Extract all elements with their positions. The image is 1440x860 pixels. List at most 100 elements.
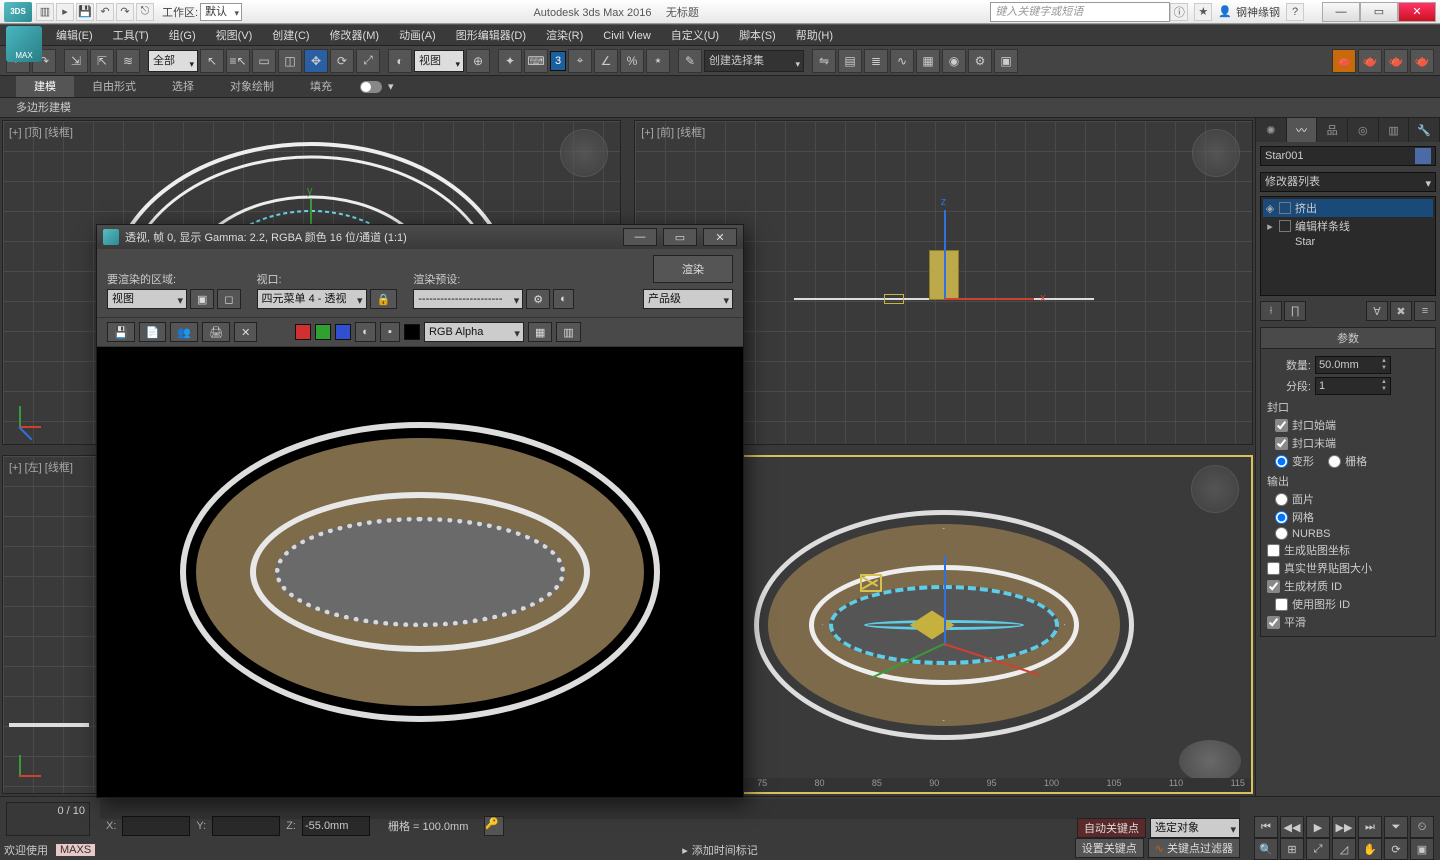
tab-modeling[interactable]: 建模 bbox=[16, 76, 74, 97]
channel-alpha-icon[interactable]: ◐ bbox=[355, 322, 376, 342]
channel-green-icon[interactable] bbox=[315, 324, 331, 340]
render-setup2-icon[interactable]: ⚙ bbox=[526, 289, 550, 309]
copy-image-icon[interactable]: 📄 bbox=[139, 322, 167, 342]
key-mode-icon[interactable]: ⏷ bbox=[1384, 816, 1408, 838]
time-config-icon[interactable]: ⏲ bbox=[1410, 816, 1434, 838]
refcoord-combo[interactable]: 视图 bbox=[414, 50, 464, 72]
menu-anim[interactable]: 动画(A) bbox=[389, 25, 446, 45]
help-search-input[interactable]: 键入关键字或短语 bbox=[990, 2, 1170, 22]
chevron-down-icon[interactable]: ▾ bbox=[388, 80, 394, 93]
tag-icon[interactable]: ▸ bbox=[682, 844, 688, 857]
tab-create-icon[interactable]: ✺ bbox=[1256, 118, 1287, 142]
snap-toggle-icon[interactable]: ⌖ bbox=[568, 49, 592, 73]
workspace-combo[interactable]: 默认 bbox=[200, 3, 242, 21]
out-mesh-radio[interactable] bbox=[1275, 511, 1288, 524]
rendered-frame-icon[interactable]: ▣ bbox=[994, 49, 1018, 73]
teapot2-icon[interactable]: 🫖 bbox=[1358, 49, 1382, 73]
tab-hierarchy-icon[interactable]: 品 bbox=[1317, 118, 1348, 142]
material-editor-icon[interactable]: ◉ bbox=[942, 49, 966, 73]
editnamed-icon[interactable]: ✎ bbox=[678, 49, 702, 73]
select-icon[interactable]: ↖ bbox=[200, 49, 224, 73]
snap-spinner[interactable]: 3 bbox=[550, 51, 566, 71]
environment-icon[interactable]: ◐ bbox=[553, 289, 574, 309]
viewport-front-label[interactable]: [+] [前] [线框] bbox=[641, 124, 705, 140]
move-icon[interactable]: ✥ bbox=[304, 49, 328, 73]
percent-snap-icon[interactable]: % bbox=[620, 49, 644, 73]
time-slider[interactable]: 0 / 10 bbox=[6, 802, 90, 836]
menu-create[interactable]: 创建(C) bbox=[262, 25, 319, 45]
select-region-icon[interactable]: ▭ bbox=[252, 49, 276, 73]
selection-filter-combo[interactable]: 全部 bbox=[148, 50, 198, 72]
smooth-check[interactable] bbox=[1267, 616, 1280, 629]
teapot3-icon[interactable]: 🫖 bbox=[1384, 49, 1408, 73]
viewcube-icon[interactable] bbox=[1192, 129, 1240, 177]
teapot1-icon[interactable]: 🫖 bbox=[1332, 49, 1356, 73]
render-area-combo[interactable]: 视图 bbox=[107, 289, 187, 309]
lock-viewport-icon[interactable]: 🔒 bbox=[370, 289, 398, 309]
viewcube-icon[interactable] bbox=[560, 129, 608, 177]
add-time-tag[interactable]: 添加时间标记 bbox=[692, 842, 758, 858]
rendered-frame-window[interactable]: 透视, 帧 0, 显示 Gamma: 2.2, RGBA 颜色 16 位/通道 … bbox=[96, 224, 744, 798]
make-unique-icon[interactable]: ∀ bbox=[1366, 301, 1388, 321]
tab-motion-icon[interactable]: ◎ bbox=[1348, 118, 1379, 142]
viewport-top-label[interactable]: [+] [顶] [线框] bbox=[9, 124, 73, 140]
render-viewport-combo[interactable]: 四元菜单 4 - 透视 bbox=[257, 289, 367, 309]
menu-grapheditor[interactable]: 图形编辑器(D) bbox=[446, 25, 536, 45]
render-minimize[interactable]: — bbox=[623, 228, 657, 246]
object-name-input[interactable] bbox=[1265, 147, 1411, 165]
prev-frame-icon[interactable]: ◀◀ bbox=[1280, 816, 1304, 838]
cap-start-check[interactable] bbox=[1275, 419, 1288, 432]
angle-snap-icon[interactable]: ∠ bbox=[594, 49, 618, 73]
channel-red-icon[interactable] bbox=[295, 324, 311, 340]
autokey-button[interactable]: 自动关键点 bbox=[1077, 818, 1146, 838]
tab-objectpaint[interactable]: 对象绘制 bbox=[212, 76, 292, 97]
script-listener[interactable]: MAXS bbox=[56, 844, 95, 856]
channel-combo[interactable]: RGB Alpha bbox=[424, 322, 524, 342]
out-face-radio[interactable] bbox=[1275, 493, 1288, 506]
keyboard-icon[interactable]: ⌨ bbox=[524, 49, 548, 73]
modifier-stack[interactable]: ◈挤出 ▸编辑样条线 Star bbox=[1260, 196, 1436, 296]
transform-x-input[interactable] bbox=[125, 820, 187, 832]
tab-freeform[interactable]: 自由形式 bbox=[74, 76, 154, 97]
link-icon[interactable]: ⇲ bbox=[64, 49, 88, 73]
keymode-combo[interactable]: 选定对象 bbox=[1150, 818, 1240, 838]
tab-display-icon[interactable]: ▥ bbox=[1379, 118, 1410, 142]
max-viewport-icon[interactable]: ▣ bbox=[1410, 838, 1434, 860]
star-icon[interactable]: ★ bbox=[1194, 3, 1212, 21]
cap-end-check[interactable] bbox=[1275, 437, 1288, 450]
menu-customize[interactable]: 自定义(U) bbox=[661, 25, 729, 45]
manip-icon[interactable]: ✦ bbox=[498, 49, 522, 73]
cap-morph-radio[interactable] bbox=[1275, 455, 1288, 468]
pivot-icon[interactable]: ⊕ bbox=[466, 49, 490, 73]
viewport-left-label[interactable]: [+] [左] [线框] bbox=[9, 459, 73, 475]
app-logo[interactable]: 3DS bbox=[4, 2, 32, 22]
menu-edit[interactable]: 编辑(E) bbox=[46, 25, 103, 45]
goto-end-icon[interactable]: ⏭ bbox=[1358, 816, 1382, 838]
tab-populate[interactable]: 填充 bbox=[292, 76, 350, 97]
clear-image-icon[interactable]: ✕ bbox=[234, 322, 257, 342]
show-end-icon[interactable]: ∏ bbox=[1284, 301, 1306, 321]
zoom-all-icon[interactable]: ⊞ bbox=[1280, 838, 1304, 860]
menu-script[interactable]: 脚本(S) bbox=[729, 25, 786, 45]
channel-mono-icon[interactable]: ▪ bbox=[380, 322, 400, 342]
menu-tools[interactable]: 工具(T) bbox=[103, 25, 159, 45]
transform-y-input[interactable] bbox=[215, 820, 277, 832]
real-uv-check[interactable] bbox=[1267, 562, 1280, 575]
schematic-icon[interactable]: ▦ bbox=[916, 49, 940, 73]
qat-undo-icon[interactable]: ↶ bbox=[96, 3, 114, 21]
pan-icon[interactable]: ✋ bbox=[1358, 838, 1382, 860]
key-lock-icon[interactable]: 🔑 bbox=[484, 816, 504, 836]
window-minimize[interactable]: — bbox=[1322, 2, 1360, 22]
next-frame-icon[interactable]: ▶▶ bbox=[1332, 816, 1356, 838]
fov-icon[interactable]: ◿ bbox=[1332, 838, 1356, 860]
curve-editor-icon[interactable]: ∿ bbox=[890, 49, 914, 73]
menu-view[interactable]: 视图(V) bbox=[206, 25, 263, 45]
align-icon[interactable]: ▤ bbox=[838, 49, 862, 73]
tab-select[interactable]: 选择 bbox=[154, 76, 212, 97]
help-icon[interactable]: ? bbox=[1286, 3, 1304, 21]
layers-icon[interactable]: ≣ bbox=[864, 49, 888, 73]
window-maximize[interactable]: ▭ bbox=[1360, 2, 1398, 22]
refcoord-icon[interactable]: ◐ bbox=[388, 49, 412, 73]
out-nurbs-radio[interactable] bbox=[1275, 527, 1288, 540]
teapot4-icon[interactable]: 🫖 bbox=[1410, 49, 1434, 73]
